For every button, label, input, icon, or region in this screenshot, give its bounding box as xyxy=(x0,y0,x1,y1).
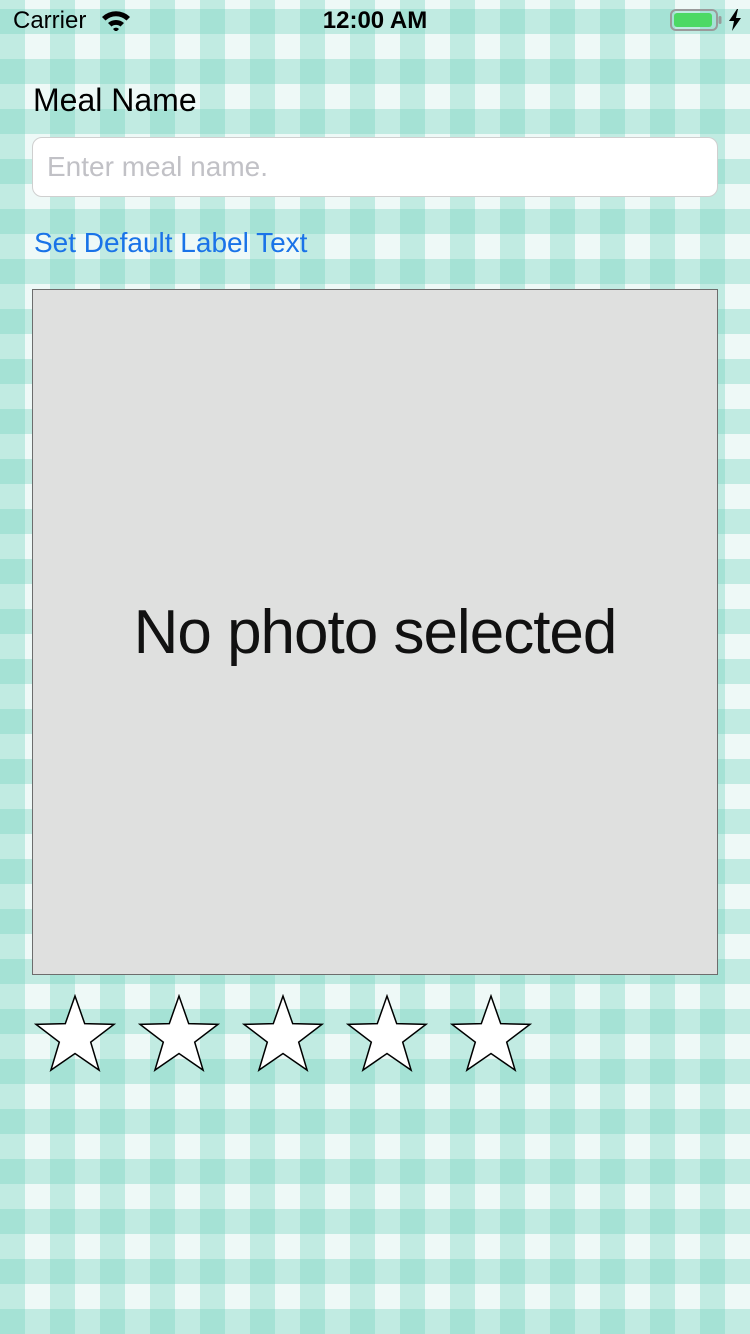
star-outline-icon[interactable] xyxy=(242,994,324,1076)
no-photo-label: No photo selected xyxy=(133,597,618,667)
star-outline-icon[interactable] xyxy=(450,994,532,1076)
set-default-label-button[interactable]: Set Default Label Text xyxy=(34,227,307,259)
meal-name-label: Meal Name xyxy=(33,82,197,118)
photo-image-view[interactable]: No photo selected xyxy=(32,289,718,975)
battery-icon xyxy=(670,9,722,31)
rating-control xyxy=(34,994,532,1076)
meal-detail-screen: { "status_bar": { "carrier": "Carrier", … xyxy=(0,0,750,1334)
star-outline-icon[interactable] xyxy=(138,994,220,1076)
star-outline-icon[interactable] xyxy=(34,994,116,1076)
star-outline-icon[interactable] xyxy=(346,994,428,1076)
meal-name-input[interactable] xyxy=(32,137,718,197)
clock: 12:00 AM xyxy=(322,7,428,34)
charging-icon xyxy=(729,9,741,31)
status-bar: Carrier 12:00 AM xyxy=(0,0,750,40)
